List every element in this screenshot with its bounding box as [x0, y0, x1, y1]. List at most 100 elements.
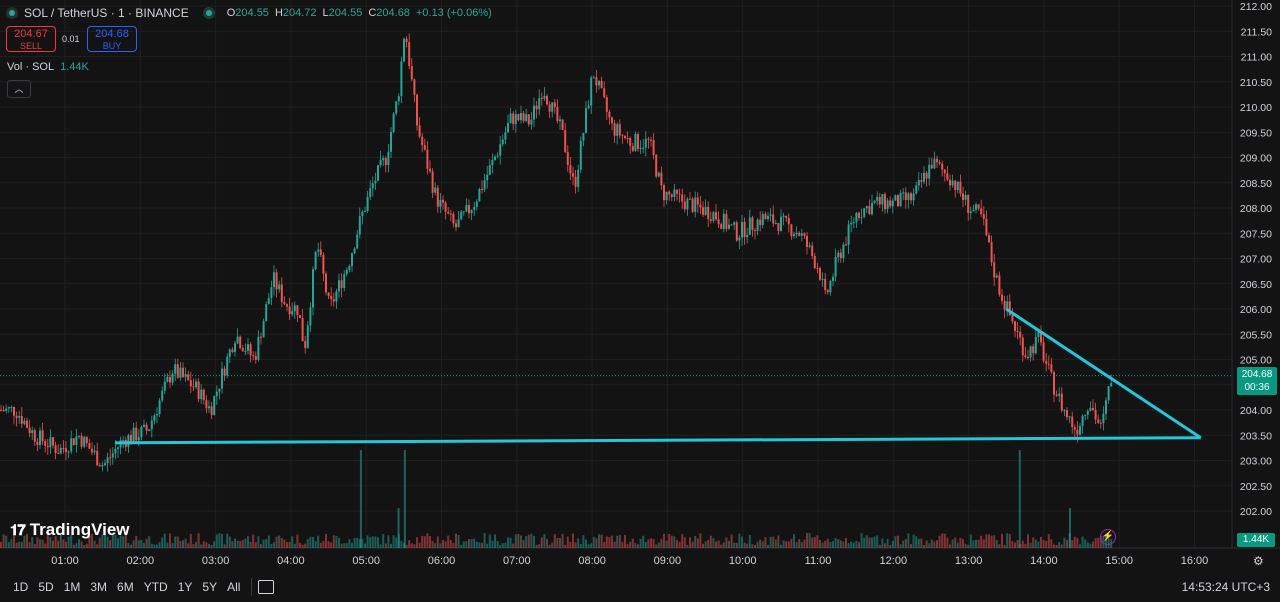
lightning-icon[interactable]: ⚡	[1100, 529, 1116, 545]
volume-bar	[551, 542, 554, 548]
range-button-1d[interactable]: 1D	[8, 580, 33, 594]
volume-bar	[972, 540, 975, 548]
volume-indicator-legend[interactable]: Vol · SOL 1.44K	[7, 61, 89, 73]
candle-body	[938, 162, 941, 164]
volume-label: Vol · SOL	[7, 61, 55, 73]
candle-body	[288, 306, 291, 315]
candle-body	[507, 123, 509, 133]
volume-bar	[75, 543, 78, 548]
volume-bar	[585, 539, 587, 548]
candle-body	[436, 187, 439, 207]
volume-bar	[907, 533, 910, 548]
candle-body	[400, 61, 403, 97]
price-tick-label: 210.50	[1240, 77, 1272, 89]
volume-bar	[161, 537, 164, 548]
volume-bar	[800, 542, 803, 548]
last-price-value: 204.68	[1241, 369, 1273, 380]
candle-body	[161, 390, 164, 401]
volume-bar	[270, 543, 273, 548]
volume-bar	[603, 542, 606, 548]
volume-bar	[621, 542, 624, 548]
candle-body	[894, 195, 897, 201]
candle-body	[741, 221, 743, 238]
candle-body	[187, 374, 190, 381]
sell-button[interactable]: 204.67 SELL	[6, 26, 56, 52]
candlesticks	[0, 33, 1113, 472]
volume-bar	[813, 536, 816, 548]
range-button-1m[interactable]: 1M	[59, 580, 86, 594]
volume-bar	[546, 538, 548, 548]
volume-bar	[192, 543, 195, 548]
volume-bar	[413, 544, 416, 548]
calendar-icon[interactable]	[258, 580, 275, 594]
candle-body	[72, 438, 75, 445]
volume-bar	[1014, 542, 1016, 548]
volume-bar	[288, 542, 291, 548]
candle-body	[312, 269, 314, 308]
range-button-1y[interactable]: 1Y	[173, 580, 198, 594]
volume-bar	[920, 538, 923, 548]
volume-bar	[1037, 541, 1040, 548]
candle-body	[517, 114, 520, 121]
candle-body	[811, 245, 814, 256]
collapse-legend-button[interactable]: ︿	[7, 80, 31, 98]
candle-body	[221, 368, 223, 389]
volume-bar	[7, 542, 10, 548]
range-button-all[interactable]: All	[222, 580, 245, 594]
volume-bar	[504, 542, 507, 548]
price-tick-label: 204.00	[1240, 405, 1272, 417]
candle-body	[621, 135, 624, 137]
candle-body	[330, 296, 333, 300]
candle-body	[748, 217, 751, 235]
volume-bar	[296, 534, 299, 548]
candle-body	[868, 206, 871, 215]
volume-bar	[371, 536, 374, 548]
clock[interactable]: 14:53:24 UTC+3	[1182, 580, 1270, 594]
candle-body	[907, 193, 910, 200]
volume-bar	[629, 541, 632, 548]
range-button-5d[interactable]: 5D	[33, 580, 58, 594]
candle-body	[23, 420, 26, 424]
volume-bar	[127, 542, 130, 548]
candle-body	[509, 113, 512, 124]
time-tick-label: 03:00	[202, 555, 230, 567]
range-button-6m[interactable]: 6M	[112, 580, 139, 594]
candle-body	[325, 273, 327, 293]
candle-body	[475, 201, 478, 207]
candle-body	[993, 262, 996, 278]
price-chart[interactable]: 212.00 211.50 211.00 210.50 210.00 209.50 209.…	[0, 0, 1280, 602]
volume-bar	[444, 541, 447, 548]
settings-gear-icon[interactable]: ⚙	[1253, 554, 1264, 568]
volume-bar	[221, 534, 223, 548]
volume-bar	[166, 542, 169, 548]
candle-body	[663, 185, 665, 201]
range-button-3m[interactable]: 3M	[85, 580, 112, 594]
volume-bar	[387, 535, 390, 548]
volume-bar	[988, 534, 990, 548]
candle-body	[660, 172, 663, 186]
candle-body	[803, 233, 806, 236]
candle-body	[920, 180, 923, 182]
candle-body	[96, 450, 99, 466]
volume-bar	[449, 539, 452, 548]
candle-body	[374, 180, 377, 184]
volume-spike	[403, 450, 406, 548]
time-tick-label: 15:00	[1105, 555, 1133, 567]
candle-body	[91, 448, 93, 453]
candle-body	[725, 213, 728, 229]
price-tick-label: 208.50	[1240, 178, 1272, 190]
volume-bar	[135, 536, 138, 548]
candle-body	[353, 248, 356, 254]
volume-bar	[205, 542, 208, 548]
volume-bar	[566, 536, 569, 548]
symbol-title[interactable]: SOL / TetherUS · 1 · BINANCE	[24, 6, 189, 20]
candle-body	[39, 430, 41, 445]
buy-button[interactable]: 204.68 BUY	[87, 26, 137, 52]
range-button-ytd[interactable]: YTD	[139, 580, 173, 594]
volume-bar	[821, 542, 824, 548]
candle-body	[111, 453, 114, 458]
volume-bar	[985, 534, 988, 548]
volume-bar	[1086, 542, 1089, 548]
candle-body	[980, 208, 983, 215]
range-button-5y[interactable]: 5Y	[197, 580, 222, 594]
